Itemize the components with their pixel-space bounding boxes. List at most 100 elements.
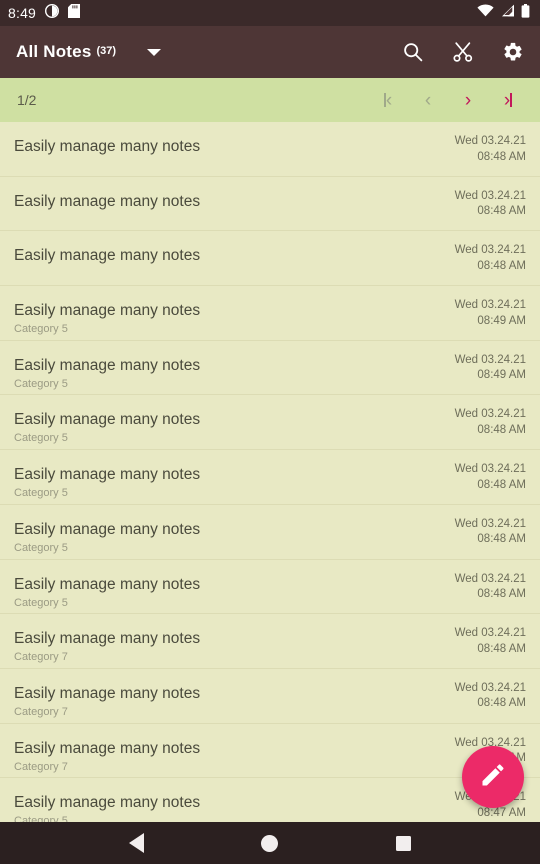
status-bar: 8:49 [0,0,540,26]
note-item-content: Easily manage many notes Category 5 [14,505,434,554]
note-title: Easily manage many notes [14,794,201,812]
note-list-item[interactable]: Easily manage many notes Wed 03.24.21 08:4… [0,231,540,287]
pencil-icon [479,761,507,794]
note-category: Category 7 [14,705,68,718]
search-icon[interactable] [400,39,426,65]
note-time: 08:48 AM [477,478,526,491]
note-title: Easily manage many notes [14,302,201,320]
nav-home-button[interactable] [250,823,290,863]
note-category: Category 7 [14,651,68,664]
note-list-item[interactable]: Easily manage many notes Category 5 Wed 03… [0,559,540,615]
note-timestamp: Wed 03.24.21 08:48 AM [434,450,526,493]
last-page-button[interactable]: › [488,80,528,120]
note-time: 08:49 AM [477,369,526,382]
note-list-item[interactable]: Easily manage many notes Category 7 Wed 03… [0,614,540,669]
note-time: 08:49 AM [477,314,526,327]
note-date: Wed 03.24.21 [454,353,526,366]
note-list-item[interactable]: Easily manage many notes Category 7 Wed 03… [0,668,540,724]
note-list-item[interactable]: Easily manage many notesCategory 5Wed 03… [0,286,540,341]
note-time: 08:48 AM [477,150,526,163]
note-time: 08:48 AM [477,588,526,601]
note-item-content: Easily manage many notes Category 5 [14,341,434,390]
notebook-selector[interactable]: All Notes (37) [16,42,162,62]
note-title: Easily manage many notes [14,684,201,702]
note-category: Category 5 [14,377,68,390]
wifi-icon [477,4,494,22]
battery-icon [521,3,530,23]
note-category: Category 7 [14,760,68,773]
note-list-item[interactable]: Easily manage many notes Category 5 Wed 03… [0,450,540,505]
note-time: 08:48 AM [477,642,526,655]
nav-back-button[interactable] [117,823,157,863]
note-title: Easily manage many notes [14,575,201,593]
note-time: 08:48 AM [477,205,526,218]
note-item-content: Easily manage many notes [14,122,434,155]
note-date: Wed 03.24.21 [454,135,526,147]
note-item-content: Easily manage many notes Category 5 [14,450,434,499]
first-page-button[interactable]: ‹ [368,80,408,120]
previous-page-button[interactable]: ‹ [408,80,448,120]
note-list-item[interactable]: Easily manage many notes Category 5 Wed 03… [0,395,540,451]
status-bar-clock: 8:49 [8,5,37,21]
note-item-content: Easily manage many notes Category 7 [14,669,434,718]
note-title: Easily manage many notes [14,466,201,484]
note-item-content: Easily manage many notes Category 5 [14,778,434,822]
note-title: Easily manage many notes [14,247,201,265]
note-list-item[interactable]: Easily manage many notes Category 5 Wed 03… [0,340,540,396]
note-time: 08:48 AM [477,259,526,272]
note-list-item[interactable]: Easily manage many notesCategory 5Wed 03… [0,504,540,560]
note-title: Easily manage many notes [14,520,201,538]
page-indicator: 1/2 [17,92,37,108]
circle-icon [261,834,279,852]
note-timestamp: Wed 03.24.21 08:48 AM [434,122,526,165]
do-not-disturb-icon [45,3,60,23]
note-category: Category 5 [14,432,68,445]
notes-list[interactable]: Easily manage many notes Wed 03.24.21 08:4… [0,122,540,822]
note-list-item[interactable]: Easily manage many notes Category 7 Wed 03… [0,723,540,779]
note-timestamp: Wed 03.24.21 08:48 AM [434,395,526,438]
note-item-content: Easily manage many notes Category 5 [14,560,434,609]
note-list-item[interactable]: Easily manage many notes Wed 03.24.21 08:4… [0,122,540,177]
note-list-item[interactable]: Easily manage many notes Wed 03.24.21 08:4… [0,176,540,232]
app-toolbar: All Notes (37) [0,26,540,78]
new-note-fab[interactable] [462,746,524,808]
note-title: Easily manage many notes [14,739,201,757]
note-count-badge: (37) [96,45,117,57]
next-page-button[interactable]: › [448,80,488,120]
note-timestamp: Wed 03.24.21 08:49 AM [434,286,526,329]
square-icon [395,835,411,851]
android-navigation-bar [0,822,540,864]
note-title: Easily manage many notes [14,630,201,648]
note-date: Wed 03.24.21 [454,627,526,640]
note-item-content: Easily manage many notes Category 7 [14,724,434,773]
note-category: Category 5 [14,815,68,822]
note-timestamp: Wed 03.24.21 08:48 AM [434,560,526,603]
nav-recents-button[interactable] [383,823,423,863]
sd-card-icon [68,3,81,23]
note-item-content: Easily manage many notes Category 7 [14,614,434,663]
note-title: Easily manage many notes [14,411,201,429]
scissors-icon[interactable] [450,39,476,65]
note-title: Easily manage many notes [14,356,201,374]
note-timestamp: Wed 03.24.21 08:48 AM [434,614,526,657]
note-timestamp: Wed 03.24.21 08:49 AM [434,341,526,384]
chevron-down-icon[interactable] [147,48,162,56]
note-date: Wed 03.24.21 [454,189,526,202]
gear-icon[interactable] [500,39,526,65]
note-timestamp: Wed 03.24.21 08:48 AM [434,177,526,220]
note-item-content: Easily manage many notes Category 5 [14,286,434,335]
note-date: Wed 03.24.21 [454,299,526,312]
pagination-bar: 1/2 ‹ ‹ › › [0,78,540,122]
note-timestamp: Wed 03.24.21 08:48 AM [434,505,526,548]
note-category: Category 5 [14,596,68,609]
note-category: Category 5 [14,487,68,500]
note-date: Wed 03.24.21 [454,517,526,530]
note-list-item[interactable]: Easily manage many notesCategory 5Wed 03… [0,778,540,822]
note-item-content: Easily manage many notes [14,231,434,264]
note-title: Easily manage many notes [14,192,201,210]
cellular-signal-icon [500,4,515,22]
note-time: 08:47 AM [477,806,526,819]
notes-app-screen: 8:49 All Notes (37) 1/2 ‹ ‹ › › Easily m… [0,0,540,864]
note-date: Wed 03.24.21 [454,681,526,694]
toolbar-actions [400,39,526,65]
